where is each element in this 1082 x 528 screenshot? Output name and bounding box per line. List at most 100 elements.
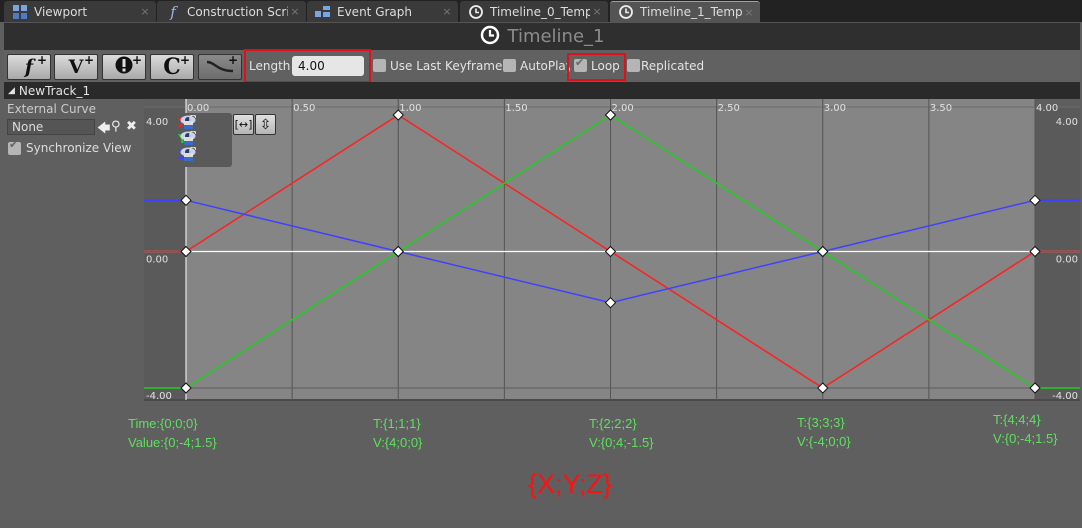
x-tick-label: 0.50 [293, 103, 315, 114]
timeline-title-bar: Timeline_1 [4, 22, 1080, 50]
tab-viewport[interactable]: Viewport × [4, 1, 156, 22]
unlock-icon[interactable] [184, 115, 196, 129]
length-label: Length [249, 59, 291, 73]
function-icon: f [170, 2, 176, 21]
keyframe-annotation-0: Time:{0;0;0} Value:{0;-4;1.5} [128, 414, 217, 452]
fit-horizontal-icon: [↔] [234, 118, 253, 131]
function-icon: f [24, 56, 34, 78]
annotation-value: V:{0;-4;1.5} [993, 431, 1058, 446]
plus-icon: + [83, 53, 94, 67]
collapse-icon[interactable]: ◢ [8, 86, 15, 96]
fit-vertical-button[interactable]: ⇳ [255, 114, 276, 135]
tab-label: Viewport [34, 4, 88, 19]
annotation-time: T:{2;2;2} [589, 416, 637, 431]
synchronize-view-checkbox[interactable] [8, 141, 21, 155]
clear-x-icon[interactable]: ✖ [126, 119, 137, 134]
synchronize-view-toggle[interactable]: Synchronize View [8, 141, 131, 155]
browse-search-icon[interactable]: ⚲ [111, 119, 121, 134]
tab-construction-script[interactable]: f Construction Script × [157, 1, 306, 22]
unlock-icon[interactable] [184, 147, 196, 161]
y-tick-label-left: 4.00 [146, 117, 168, 128]
legend-row-x: X [178, 115, 196, 131]
x-tick-label: 2.00 [612, 103, 634, 114]
annotation-value: V:{4;0;0} [373, 435, 423, 450]
length-input[interactable] [292, 56, 364, 76]
add-event-track-button[interactable]: + [102, 53, 146, 80]
curve-graph-svg[interactable]: 0.00 0.50 1.00 1.50 2.00 2.50 3.00 3.50 4.00 4.00… [144, 99, 1080, 401]
y-tick-label-right: 0.00 [1056, 255, 1078, 266]
use-last-keyframe-label: Use Last Keyframe? [390, 59, 509, 73]
x-tick-label: 1.50 [505, 103, 527, 114]
close-icon[interactable]: × [288, 5, 302, 18]
loop-label: Loop [591, 59, 620, 73]
annotation-time: T:{4;4;4} [993, 412, 1041, 427]
tab-label: Construction Script [187, 4, 288, 19]
add-float-track-button[interactable]: f + [7, 53, 51, 80]
tab-timeline-0[interactable]: Timeline_0_Templa × [460, 1, 608, 22]
annotation-time: T:{1;1;1} [373, 416, 421, 431]
annotation-value: V:{0;4;-1.5} [589, 435, 654, 450]
keyframe-annotation-2: T:{2;2;2} V:{0;4;-1.5} [589, 414, 654, 452]
color-icon: C [163, 54, 181, 80]
xyz-legend-label: {X;Y;Z} [528, 469, 612, 499]
timeline-editor: Viewport × f Construction Script × Event… [0, 0, 1082, 528]
timeline-toolbar: f+ V+ + C+ + Length Use Last Keyframe? A… [4, 49, 1080, 83]
annotation-time: Time:{0;0;0} [128, 416, 198, 431]
plus-icon: + [36, 53, 47, 67]
legend-row-y: Y [178, 131, 196, 147]
x-tick-label: 2.50 [718, 103, 740, 114]
x-tick-label: 4.00 [1036, 103, 1058, 114]
plus-icon: + [179, 53, 190, 67]
tab-label: Event Graph [337, 4, 412, 19]
x-tick-label: 1.00 [399, 103, 421, 114]
y-tick-label-right: -4.00 [1052, 391, 1078, 401]
loop-checkbox[interactable] [574, 56, 587, 72]
autoplay-checkbox[interactable] [503, 59, 516, 72]
event-icon [115, 56, 133, 79]
add-curve-asset-button[interactable]: + [198, 53, 242, 80]
legend-row-z: Z [178, 147, 196, 163]
external-curve-label: External Curve [7, 102, 97, 116]
synchronize-view-label: Synchronize View [26, 141, 132, 155]
y-tick-label-left: 0.00 [146, 255, 168, 266]
plus-icon: + [131, 53, 142, 67]
close-icon[interactable]: × [440, 5, 454, 18]
x-tick-label: 3.00 [824, 103, 846, 114]
external-curve-picker[interactable]: None [7, 119, 95, 135]
use-last-keyframe-checkbox[interactable] [373, 59, 386, 72]
close-icon[interactable]: × [138, 5, 152, 18]
track-properties-panel: External Curve None 🡄 ⚲ ✖ Synchronize Vi… [4, 99, 144, 401]
track-header[interactable]: ◢ NewTrack_1 [4, 82, 1080, 99]
unlock-icon[interactable] [184, 131, 196, 145]
timeline-title: Timeline_1 [507, 26, 605, 47]
clock-icon [468, 4, 484, 20]
event-graph-icon [315, 4, 331, 20]
y-tick-label-left: -4.00 [146, 391, 172, 401]
close-icon[interactable]: × [590, 5, 604, 18]
curve-legend: X Y Z [174, 113, 232, 167]
add-color-track-button[interactable]: C + [150, 53, 194, 80]
autoplay-label: AutoPlay [520, 59, 570, 73]
y-tick-label-right: 4.00 [1056, 117, 1078, 128]
x-tick-label: 3.50 [930, 103, 952, 114]
clock-icon [480, 25, 500, 49]
plus-icon: + [227, 53, 238, 67]
tab-label: Timeline_1_Templa [640, 5, 742, 19]
fit-horizontal-button[interactable]: [↔] [233, 114, 254, 135]
annotation-value: Value:{0;-4;1.5} [128, 435, 217, 450]
viewport-icon [12, 4, 28, 20]
fit-vertical-icon: ⇳ [259, 116, 272, 133]
add-vector-track-button[interactable]: V + [54, 53, 98, 80]
tab-timeline-1[interactable]: Timeline_1_Templa × [610, 1, 760, 22]
clock-icon [618, 4, 634, 20]
tab-label: Timeline_0_Templa [490, 4, 590, 19]
replicated-checkbox[interactable] [627, 59, 640, 72]
replicated-label: Replicated [641, 59, 705, 73]
keyframe-annotation-4: T:{4;4;4} V:{0;-4;1.5} [993, 410, 1058, 448]
curve-graph[interactable]: 0.00 0.50 1.00 1.50 2.00 2.50 3.00 3.50 4.00 4.00… [144, 99, 1080, 401]
close-icon[interactable]: × [742, 6, 756, 19]
track-name: NewTrack_1 [18, 83, 91, 98]
tab-bar: Viewport × f Construction Script × Event… [0, 0, 1082, 22]
tab-event-graph[interactable]: Event Graph × [307, 1, 458, 22]
use-selected-arrow-icon[interactable]: 🡄 [97, 119, 110, 141]
